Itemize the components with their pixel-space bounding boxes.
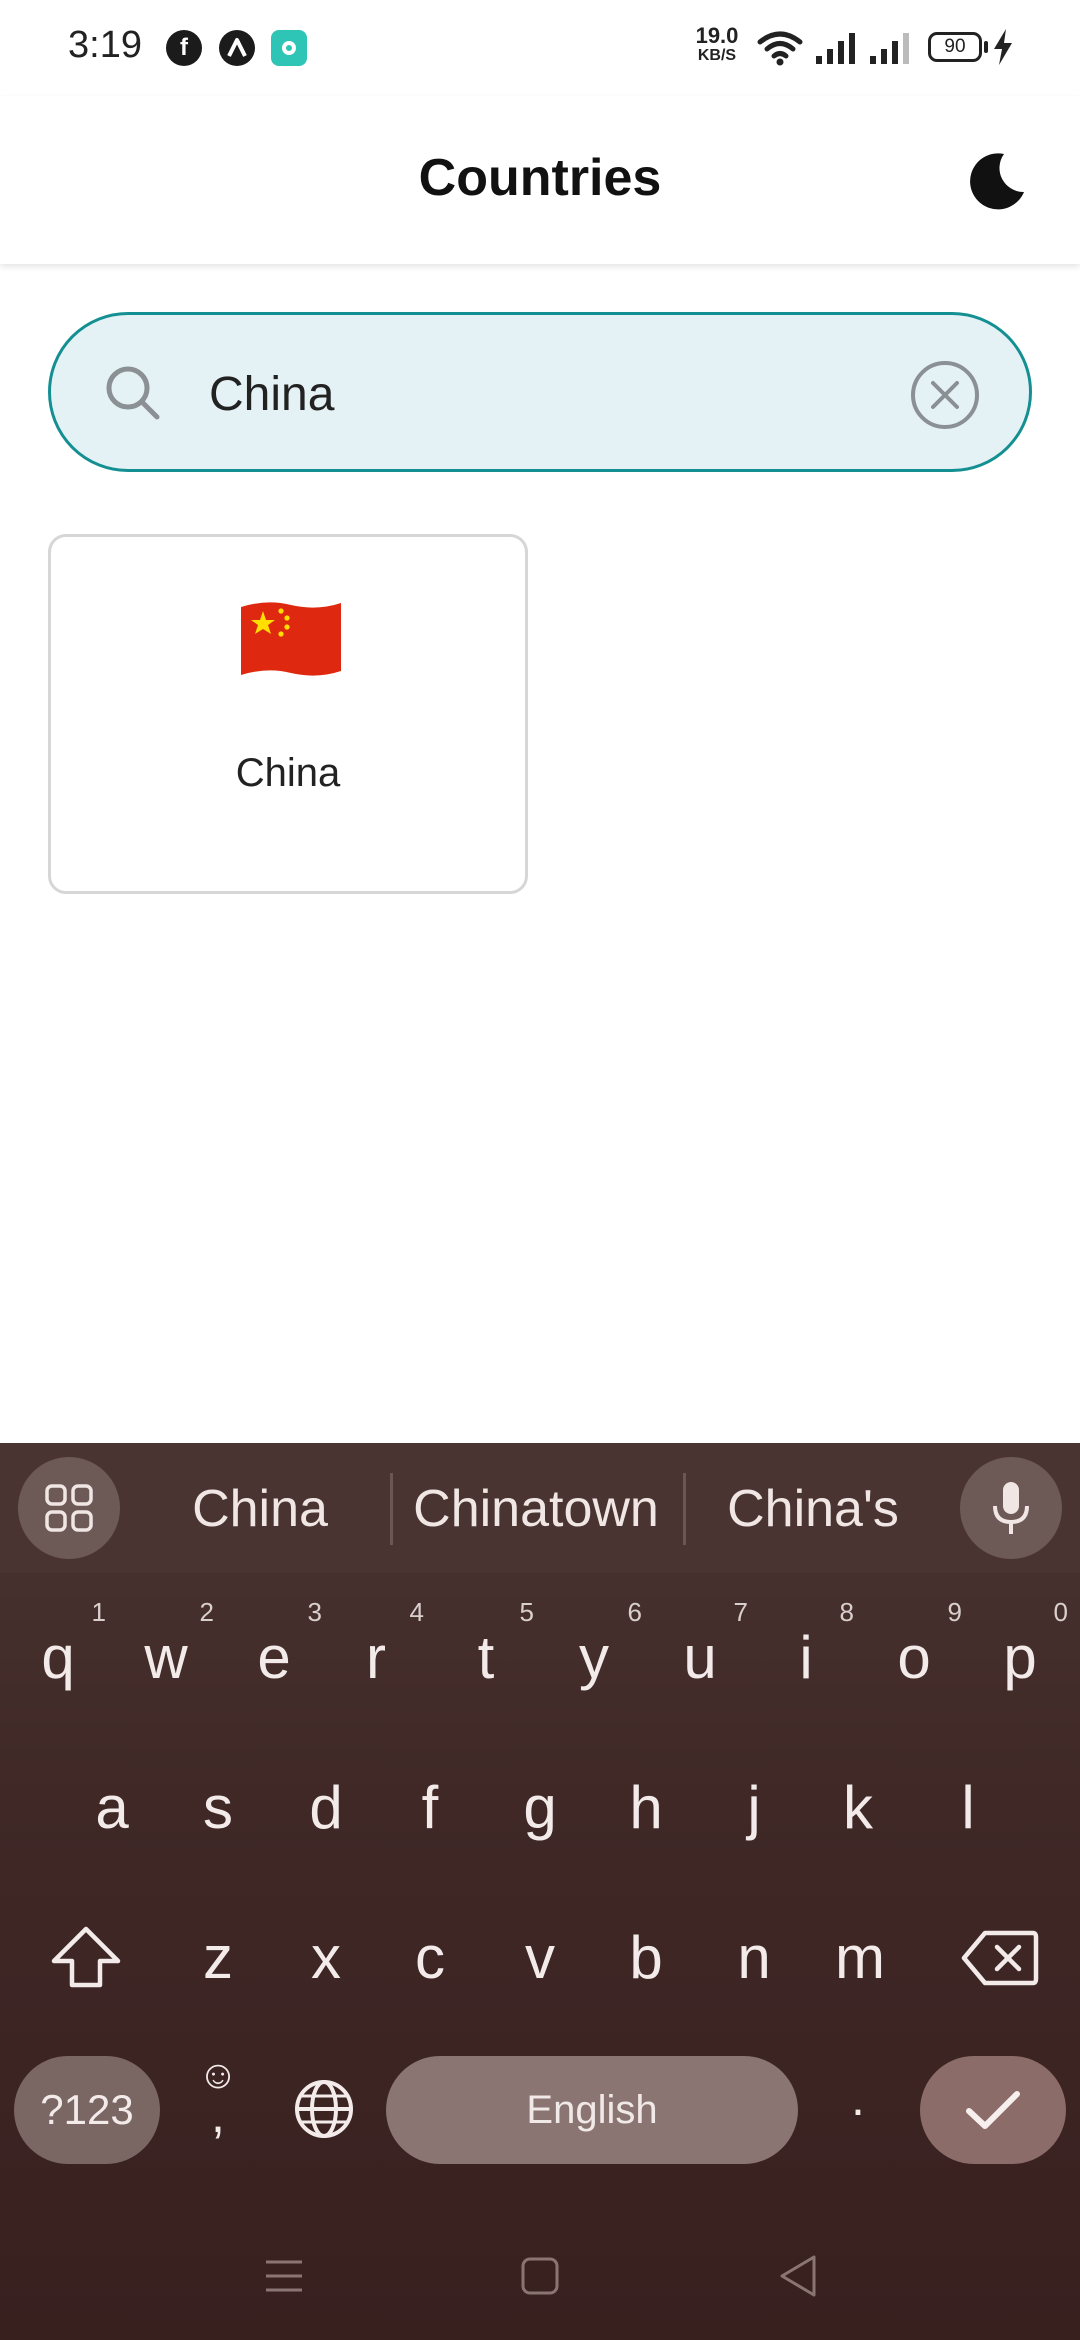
facebook-icon: f [166, 30, 202, 66]
voice-input-button[interactable] [960, 1457, 1062, 1559]
signal-icon-1 [816, 33, 855, 64]
key-label: t [477, 1624, 495, 1691]
key-g[interactable]: g [486, 1753, 594, 1863]
status-bar: 3:19 f 19.0 KB/S 90 [0, 0, 1080, 96]
symbols-key[interactable]: ?123 [14, 2056, 160, 2164]
key-hint: 3 [307, 1597, 322, 1627]
enter-key[interactable] [920, 2056, 1066, 2164]
suggestion-3[interactable]: China's [700, 1479, 926, 1539]
backspace-key[interactable] [940, 1903, 1060, 2013]
search-icon [106, 366, 160, 420]
backspace-icon [961, 1930, 1039, 1986]
key-z[interactable]: z [164, 1903, 272, 2013]
key-f[interactable]: f [376, 1753, 484, 1863]
key-q[interactable]: q1 [4, 1597, 112, 1713]
keyboard: China Chinatown China's q1 w2 e3 r4 t5 y… [0, 1443, 1080, 2340]
key-w[interactable]: w2 [112, 1597, 220, 1713]
keyboard-menu-button[interactable] [18, 1457, 120, 1559]
period-key[interactable]: . [808, 2043, 908, 2153]
grid-icon [45, 1484, 93, 1532]
country-name: China [235, 751, 341, 795]
clear-search-icon[interactable] [909, 359, 981, 431]
signal-icon-2 [870, 33, 909, 64]
key-hint: 9 [947, 1597, 962, 1627]
key-hint: 2 [199, 1597, 214, 1627]
key-label: q [41, 1624, 75, 1691]
key-e[interactable]: e3 [220, 1597, 328, 1713]
suggestion-1[interactable]: China [160, 1479, 360, 1539]
page-title: Countries [418, 149, 662, 207]
key-s[interactable]: s [164, 1753, 272, 1863]
key-hint: 8 [839, 1597, 854, 1627]
emoji-key[interactable]: ☺ , [178, 2051, 258, 2171]
key-hint: 5 [519, 1597, 534, 1627]
shift-key[interactable] [30, 1903, 142, 2013]
recent-apps-icon[interactable] [264, 2256, 304, 2296]
app-bar: Countries [0, 96, 1080, 264]
wifi-icon [757, 31, 803, 66]
key-k[interactable]: k [804, 1753, 912, 1863]
key-label: i [799, 1624, 813, 1691]
key-label: y [579, 1624, 609, 1691]
key-hint: 4 [409, 1597, 424, 1627]
key-n[interactable]: n [700, 1903, 808, 2013]
network-speed-unit: KB/S [697, 47, 737, 64]
key-m[interactable]: m [804, 1903, 916, 2013]
key-hint: 6 [627, 1597, 642, 1627]
key-label: e [257, 1624, 291, 1691]
key-u[interactable]: u7 [646, 1597, 754, 1713]
checkmark-icon [966, 2091, 1020, 2129]
shift-icon [51, 1926, 121, 1988]
suggestion-divider [390, 1473, 393, 1545]
suggestion-2[interactable]: Chinatown [400, 1479, 672, 1539]
key-c[interactable]: c [376, 1903, 484, 2013]
country-card[interactable]: China [48, 534, 528, 894]
home-icon[interactable] [520, 2256, 560, 2296]
microphone-icon [993, 1482, 1029, 1534]
key-hint: 7 [733, 1597, 748, 1627]
china-flag-icon [241, 602, 341, 676]
key-j[interactable]: j [700, 1753, 808, 1863]
space-key[interactable]: English [386, 2056, 798, 2164]
key-label: o [897, 1624, 931, 1691]
key-x[interactable]: x [272, 1903, 380, 2013]
key-d[interactable]: d [272, 1753, 380, 1863]
battery-tip [984, 41, 988, 53]
network-speed: 19.0 KB/S [692, 23, 742, 66]
globe-icon [295, 2080, 353, 2138]
key-h[interactable]: h [592, 1753, 700, 1863]
key-label: p [1003, 1624, 1037, 1691]
key-label: w [144, 1624, 188, 1691]
key-i[interactable]: i8 [752, 1597, 860, 1713]
key-label: u [683, 1624, 717, 1691]
status-time: 3:19 [68, 24, 142, 66]
key-a[interactable]: a [58, 1753, 166, 1863]
key-y[interactable]: y6 [540, 1597, 648, 1713]
moon-icon[interactable] [960, 144, 1032, 216]
key-hint: 0 [1053, 1597, 1068, 1627]
comma-label: , [211, 2087, 225, 2143]
key-v[interactable]: v [486, 1903, 594, 2013]
search-input[interactable] [207, 357, 891, 431]
key-label: r [366, 1624, 386, 1691]
music-app-icon [271, 30, 307, 66]
suggestion-divider [683, 1473, 686, 1545]
network-speed-value: 19.0 [695, 23, 739, 48]
key-l[interactable]: l [914, 1753, 1022, 1863]
key-o[interactable]: o9 [860, 1597, 968, 1713]
key-t[interactable]: t5 [432, 1597, 540, 1713]
search-bar[interactable] [48, 312, 1032, 472]
arc-app-icon [219, 30, 255, 66]
charging-icon [994, 29, 1012, 65]
suggestion-bar: China Chinatown China's [0, 1443, 1080, 1573]
key-b[interactable]: b [592, 1903, 700, 2013]
back-icon[interactable] [778, 2254, 818, 2298]
language-key[interactable] [276, 2056, 372, 2166]
key-r[interactable]: r4 [322, 1597, 430, 1713]
key-hint: 1 [91, 1597, 106, 1627]
navigation-bar [0, 2220, 1080, 2340]
battery-icon: 90 [928, 32, 982, 62]
key-p[interactable]: p0 [966, 1597, 1074, 1713]
